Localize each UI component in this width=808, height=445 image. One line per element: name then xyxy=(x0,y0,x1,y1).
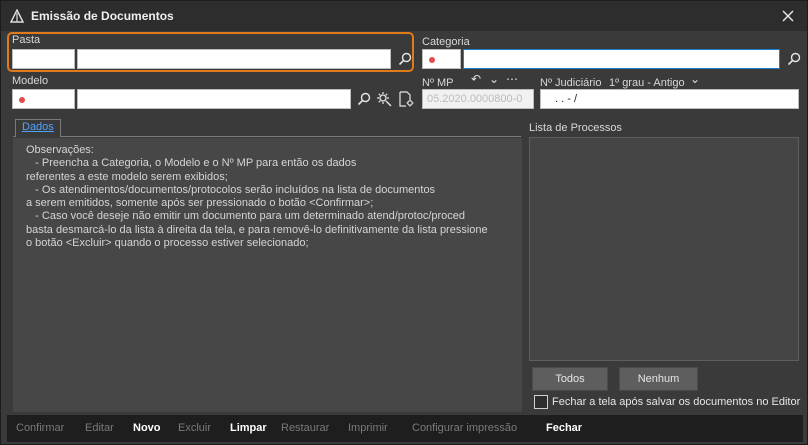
fechar-tela-label: Fechar a tela após salvar os documentos … xyxy=(552,396,801,408)
title-bar: Emissão de Documentos xyxy=(1,1,807,31)
grau-selector[interactable]: 1º grau - Antigo xyxy=(609,77,685,89)
footer-toolbar: Confirmar Editar Novo Excluir Limpar Res… xyxy=(7,415,803,442)
pasta-code-input[interactable] xyxy=(12,49,75,69)
imprimir-button[interactable]: Imprimir xyxy=(348,422,388,434)
undo-icon[interactable]: ↶ xyxy=(471,72,481,86)
app-logo-icon xyxy=(9,8,25,24)
judiciario-input[interactable]: . . - / xyxy=(540,89,799,109)
nenhum-button[interactable]: Nenhum xyxy=(619,367,698,391)
obs-line: - Os atendimentos/documentos/protocolos … xyxy=(26,183,436,196)
categoria-name-input[interactable] xyxy=(463,49,780,69)
judiciario-label: Nº Judiciário xyxy=(540,77,602,89)
pasta-name-input[interactable] xyxy=(77,49,391,69)
nmp-input[interactable]: 05.2020.0000800-0 xyxy=(422,89,534,109)
fechar-tela-checkbox[interactable] xyxy=(534,395,548,409)
search-icon[interactable] xyxy=(355,90,373,108)
configurar-impressao-button[interactable]: Configurar impressão xyxy=(412,422,517,434)
obs-line: a serem emitidos, somente após ser press… xyxy=(26,197,374,210)
categoria-label: Categoria xyxy=(422,36,470,48)
pasta-label: Pasta xyxy=(12,34,41,46)
gear-document-icon[interactable] xyxy=(397,90,415,108)
categoria-code-input[interactable] xyxy=(422,49,461,69)
nmp-label: Nº MP xyxy=(422,77,454,89)
chevron-down-icon[interactable]: ⌄ xyxy=(690,72,700,86)
lista-processos-label: Lista de Processos xyxy=(529,122,622,134)
fechar-button[interactable]: Fechar xyxy=(546,422,582,434)
obs-line: - Caso você deseje não emitir um documen… xyxy=(26,210,466,223)
chevron-down-icon[interactable]: ⌄ xyxy=(489,72,499,86)
obs-line: o botão <Excluir> quando o processo esti… xyxy=(26,237,309,250)
editar-button[interactable]: Editar xyxy=(85,422,114,434)
novo-button[interactable]: Novo xyxy=(133,422,161,434)
required-indicator xyxy=(19,97,25,103)
excluir-button[interactable]: Excluir xyxy=(178,422,211,434)
gear-search-icon[interactable] xyxy=(375,90,393,108)
modelo-name-input[interactable] xyxy=(77,89,351,109)
modelo-code-input[interactable] xyxy=(12,89,75,109)
confirmar-button[interactable]: Confirmar xyxy=(16,422,64,434)
obs-line: referentes a este modelo serem exibidos; xyxy=(26,170,228,183)
limpar-button[interactable]: Limpar xyxy=(230,422,267,434)
window-title: Emissão de Documentos xyxy=(31,9,174,23)
todos-button[interactable]: Todos xyxy=(532,367,608,391)
obs-line: basta desmarcá-lo da lista à direita da … xyxy=(26,223,488,236)
modelo-label: Modelo xyxy=(12,75,49,87)
search-icon[interactable] xyxy=(396,50,414,68)
observacoes-panel: Observações: - Preencha a Categoria, o M… xyxy=(13,138,522,412)
tab-dados[interactable]: Dados xyxy=(15,119,61,137)
tab-strip: Dados xyxy=(13,119,521,137)
obs-line: Observações: xyxy=(26,144,94,156)
lista-processos-box[interactable] xyxy=(529,137,799,361)
close-icon[interactable] xyxy=(779,7,797,25)
restaurar-button[interactable]: Restaurar xyxy=(281,422,329,434)
required-indicator xyxy=(429,57,435,63)
obs-line: - Preencha a Categoria, o Modelo e o Nº … xyxy=(26,157,357,170)
search-icon[interactable] xyxy=(785,50,803,68)
emissao-documentos-window: Emissão de Documentos Pasta Categoria Mo… xyxy=(0,0,808,445)
ellipsis-icon[interactable]: ⋯ xyxy=(506,72,518,86)
